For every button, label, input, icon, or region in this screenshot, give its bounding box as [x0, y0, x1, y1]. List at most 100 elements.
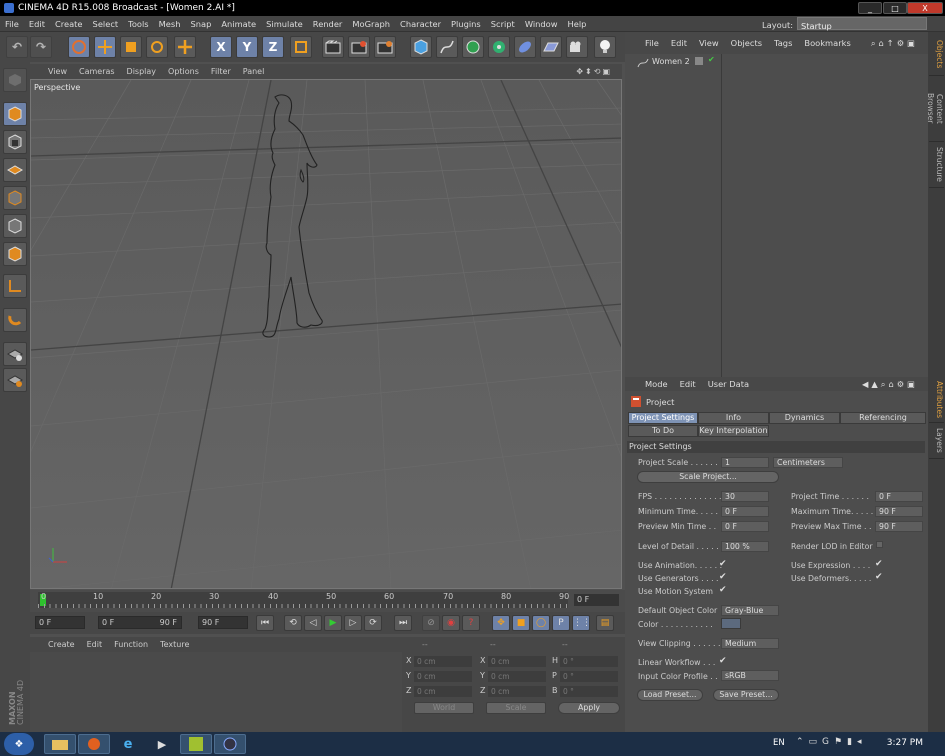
- render-settings-icon[interactable]: [374, 36, 396, 58]
- world-dropdown[interactable]: World: [414, 702, 474, 714]
- spline-pen-icon[interactable]: [436, 36, 458, 58]
- edges-mode-icon[interactable]: [3, 214, 27, 238]
- maximize-button[interactable]: □: [883, 2, 907, 14]
- close-button[interactable]: X: [907, 2, 943, 14]
- tab-content-browser[interactable]: Content Browser: [926, 76, 944, 142]
- timeline-window-icon[interactable]: ▤: [596, 615, 614, 631]
- attr-nav-icons[interactable]: ◀▲⌕⌂⚙▣: [856, 377, 924, 391]
- light-icon[interactable]: [594, 36, 616, 58]
- menu-animate[interactable]: Animate: [216, 16, 261, 32]
- object-menu-bookmarks[interactable]: Bookmarks: [798, 32, 856, 54]
- language-indicator[interactable]: EN: [773, 738, 785, 748]
- units-dropdown[interactable]: Centimeters: [773, 457, 843, 468]
- goto-start-icon[interactable]: ⏮: [256, 615, 274, 631]
- preview-max-field[interactable]: 90 F: [875, 521, 923, 532]
- lod-field[interactable]: 100 %: [721, 541, 769, 552]
- color-swatch[interactable]: [721, 618, 741, 629]
- linear-workflow-checkbox[interactable]: ✔: [719, 656, 727, 666]
- use-expression-checkbox[interactable]: ✔: [875, 559, 883, 569]
- tab-attributes[interactable]: Attributes: [929, 377, 944, 423]
- key-parameter-icon[interactable]: P: [552, 615, 570, 631]
- move-icon[interactable]: [94, 36, 116, 58]
- object-menu-edit[interactable]: Edit: [665, 32, 693, 54]
- viewport-menu-options[interactable]: Options: [162, 64, 205, 79]
- play-icon[interactable]: ▶: [324, 615, 342, 631]
- rotate-icon[interactable]: [146, 36, 168, 58]
- use-generators-checkbox[interactable]: ✔: [719, 572, 727, 582]
- tweak-mode-icon[interactable]: [3, 308, 27, 332]
- key-scale-icon[interactable]: ■: [512, 615, 530, 631]
- use-motion-checkbox[interactable]: ✔: [719, 585, 727, 595]
- deformer-icon[interactable]: [514, 36, 536, 58]
- render-view-icon[interactable]: [322, 36, 344, 58]
- key-pla-icon[interactable]: ⋮⋮: [572, 615, 591, 631]
- object-nav-icons[interactable]: ⌕⌂↑⚙▣: [865, 32, 924, 54]
- size-x-field[interactable]: 0 cm: [488, 656, 546, 667]
- live-selection-icon[interactable]: [68, 36, 90, 58]
- prev-frame-icon[interactable]: ◁: [304, 615, 322, 631]
- object-menu-file[interactable]: File: [639, 32, 665, 54]
- current-frame-field[interactable]: 0 F: [574, 594, 619, 606]
- media-player-icon[interactable]: ▶: [146, 734, 178, 754]
- view-clipping-dropdown[interactable]: Medium: [721, 638, 779, 649]
- end-frame-field[interactable]: 90 F: [198, 616, 248, 629]
- workplane-lock-icon[interactable]: [3, 368, 27, 392]
- use-deformers-checkbox[interactable]: ✔: [875, 572, 883, 582]
- project-scale-field[interactable]: 1: [721, 457, 769, 468]
- menu-create[interactable]: Create: [50, 16, 88, 32]
- explorer-icon[interactable]: [44, 734, 76, 754]
- size-y-field[interactable]: 0 cm: [488, 671, 546, 682]
- cinema4d-icon[interactable]: [214, 734, 246, 754]
- polygons-mode-icon[interactable]: [3, 242, 27, 266]
- material-menu-function[interactable]: Function: [108, 637, 154, 652]
- coordinate-system-icon[interactable]: [290, 36, 312, 58]
- rotation-p-field[interactable]: 0 °: [560, 671, 618, 682]
- viewport-nav-icons[interactable]: ✥⬍⟲▣: [570, 64, 618, 79]
- object-row-women2[interactable]: Women 2 ✔: [635, 55, 925, 69]
- tray-icons[interactable]: ⌃▭G⚑▮◂: [796, 737, 867, 747]
- scale-dropdown[interactable]: Scale: [486, 702, 546, 714]
- default-object-color-dropdown[interactable]: Gray-Blue: [721, 605, 779, 616]
- attr-menu-user-data[interactable]: User Data: [702, 377, 755, 391]
- minimize-button[interactable]: _: [858, 2, 882, 14]
- workplane-mode-icon[interactable]: [3, 158, 27, 182]
- subdivision-surface-icon[interactable]: [462, 36, 484, 58]
- position-y-field[interactable]: 0 cm: [414, 671, 472, 682]
- tab-dynamics[interactable]: Dynamics: [769, 412, 840, 424]
- object-menu-objects[interactable]: Objects: [725, 32, 768, 54]
- attr-menu-mode[interactable]: Mode: [639, 377, 674, 391]
- menu-window[interactable]: Window: [520, 16, 563, 32]
- menu-character[interactable]: Character: [395, 16, 446, 32]
- viewport-menu-display[interactable]: Display: [121, 64, 163, 79]
- rotation-b-field[interactable]: 0 °: [560, 686, 618, 697]
- viewport-menu-view[interactable]: View: [42, 64, 73, 79]
- scale-icon[interactable]: [120, 36, 142, 58]
- menu-script[interactable]: Script: [486, 16, 520, 32]
- menu-mesh[interactable]: Mesh: [154, 16, 186, 32]
- enabled-check-icon[interactable]: ✔: [708, 55, 715, 64]
- max-time-field[interactable]: 90 F: [875, 506, 923, 517]
- input-color-profile-dropdown[interactable]: sRGB: [721, 670, 779, 681]
- tab-project-settings[interactable]: Project Settings: [628, 412, 698, 424]
- app-green-icon[interactable]: [180, 734, 212, 754]
- menu-select[interactable]: Select: [88, 16, 124, 32]
- points-mode-icon[interactable]: [3, 186, 27, 210]
- viewport-menu-filter[interactable]: Filter: [205, 64, 237, 79]
- render-lod-checkbox[interactable]: [876, 541, 883, 548]
- menu-edit[interactable]: Edit: [24, 16, 50, 32]
- array-icon[interactable]: [488, 36, 510, 58]
- position-x-field[interactable]: 0 cm: [414, 656, 472, 667]
- attr-menu-edit[interactable]: Edit: [674, 377, 702, 391]
- material-area[interactable]: [30, 652, 402, 732]
- cube-primitive-icon[interactable]: [410, 36, 432, 58]
- auto-keying-icon[interactable]: ◉: [442, 615, 460, 631]
- start-button[interactable]: ❖: [4, 733, 34, 755]
- y-axis-button[interactable]: Y: [236, 36, 258, 58]
- menu-simulate[interactable]: Simulate: [261, 16, 308, 32]
- tab-objects[interactable]: Objects: [929, 34, 944, 76]
- tab-structure[interactable]: Structure: [929, 142, 944, 188]
- next-key-icon[interactable]: ⟳: [364, 615, 382, 631]
- apply-button[interactable]: Apply: [558, 702, 620, 714]
- menu-file[interactable]: File: [0, 16, 24, 32]
- load-preset-button[interactable]: Load Preset...: [637, 689, 703, 701]
